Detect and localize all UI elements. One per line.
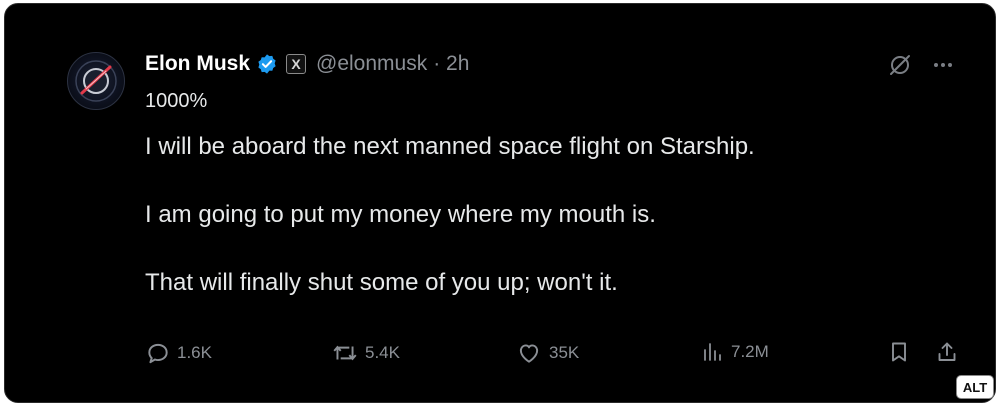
post-time[interactable]: · 2h (433, 52, 469, 76)
view-count: 7.2M (731, 342, 769, 361)
tweet-header: Elon Musk X @elonmusk · 2h (145, 50, 469, 78)
tweet-actions: 1.6K 5.4K 35K 7.2M (145, 340, 965, 374)
avatar-image-icon (75, 60, 117, 102)
subline-text: 1000% (145, 90, 208, 112)
reply-button[interactable]: 1.6K (145, 340, 212, 366)
verified-badge-icon (258, 54, 276, 74)
share-icon (938, 342, 956, 361)
author-handle[interactable]: @elonmusk (316, 52, 427, 76)
like-count: 35K (549, 343, 580, 362)
tweet-body: I will be aboard the next manned space f… (145, 132, 905, 336)
tweet-top-actions (887, 52, 955, 78)
slashed-circle-icon[interactable] (887, 52, 913, 78)
more-icon[interactable] (931, 53, 955, 77)
tweet-paragraph: I am going to put my money where my mout… (145, 201, 656, 228)
bar-chart-icon (704, 343, 721, 361)
tweet-paragraph: I will be aboard the next manned space f… (145, 133, 755, 160)
tweet-paragraph: That will finally shut some of you up; w… (145, 269, 618, 296)
bookmark-button[interactable] (887, 340, 917, 364)
tweet-card: Elon Musk X @elonmusk · 2h 1000% I will … (4, 3, 996, 403)
views-button[interactable]: 7.2M (701, 340, 769, 364)
avatar[interactable] (67, 52, 125, 110)
bookmark-icon (892, 342, 906, 362)
repost-icon (333, 345, 357, 361)
repost-count: 5.4K (365, 343, 400, 362)
affiliate-badge: X (286, 54, 307, 74)
heart-icon (519, 344, 539, 363)
share-button[interactable] (935, 340, 965, 364)
reply-icon (148, 343, 168, 364)
reply-count: 1.6K (177, 343, 212, 362)
author-name[interactable]: Elon Musk (145, 52, 250, 76)
like-button[interactable]: 35K (515, 340, 579, 366)
alt-text-badge[interactable]: ALT (956, 375, 994, 399)
repost-button[interactable]: 5.4K (331, 340, 400, 366)
